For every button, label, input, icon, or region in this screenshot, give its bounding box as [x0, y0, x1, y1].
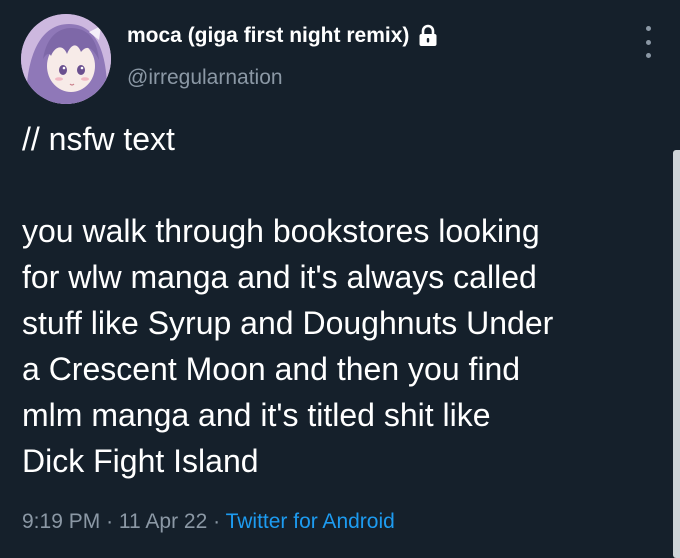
avatar[interactable] — [21, 14, 111, 104]
tweet-source-link[interactable]: Twitter for Android — [226, 510, 395, 533]
tweet-line: // nsfw text — [22, 121, 175, 157]
meta-separator: · — [213, 510, 221, 533]
user-handle[interactable]: @irregularnation — [127, 66, 283, 90]
tweet-line: a Crescent Moon and then you find — [22, 351, 521, 387]
more-dot-bottom — [645, 53, 651, 58]
anime-girl-avatar-icon — [21, 14, 111, 104]
meta-separator: · — [106, 510, 114, 533]
tweet-date[interactable]: 11 Apr 22 — [119, 510, 207, 533]
more-dot-top — [645, 26, 651, 31]
display-name-text: moca (giga first night remix) — [127, 24, 410, 47]
tweet-card: moca (giga first night remix) @irregular… — [0, 0, 680, 558]
tweet-text: // nsfw text you walk through bookstores… — [22, 116, 662, 484]
tweet-line: you walk through bookstores looking — [22, 213, 540, 249]
more-options-icon[interactable] — [640, 26, 656, 58]
tweet-meta: 9:19 PM · 11 Apr 22 · Twitter for Androi… — [22, 510, 395, 534]
lock-icon — [417, 24, 439, 48]
tweet-line: stuff like Syrup and Doughnuts Under — [22, 305, 554, 341]
tweet-line: Dick Fight Island — [22, 443, 259, 479]
tweet-time[interactable]: 9:19 PM — [22, 510, 100, 533]
tweet-line: for wlw manga and it's always called — [22, 259, 537, 295]
tweet-line: mlm manga and it's titled shit like — [22, 397, 491, 433]
display-name[interactable]: moca (giga first night remix) — [127, 24, 439, 48]
more-dot-middle — [645, 39, 651, 45]
scrollbar[interactable] — [673, 150, 680, 558]
